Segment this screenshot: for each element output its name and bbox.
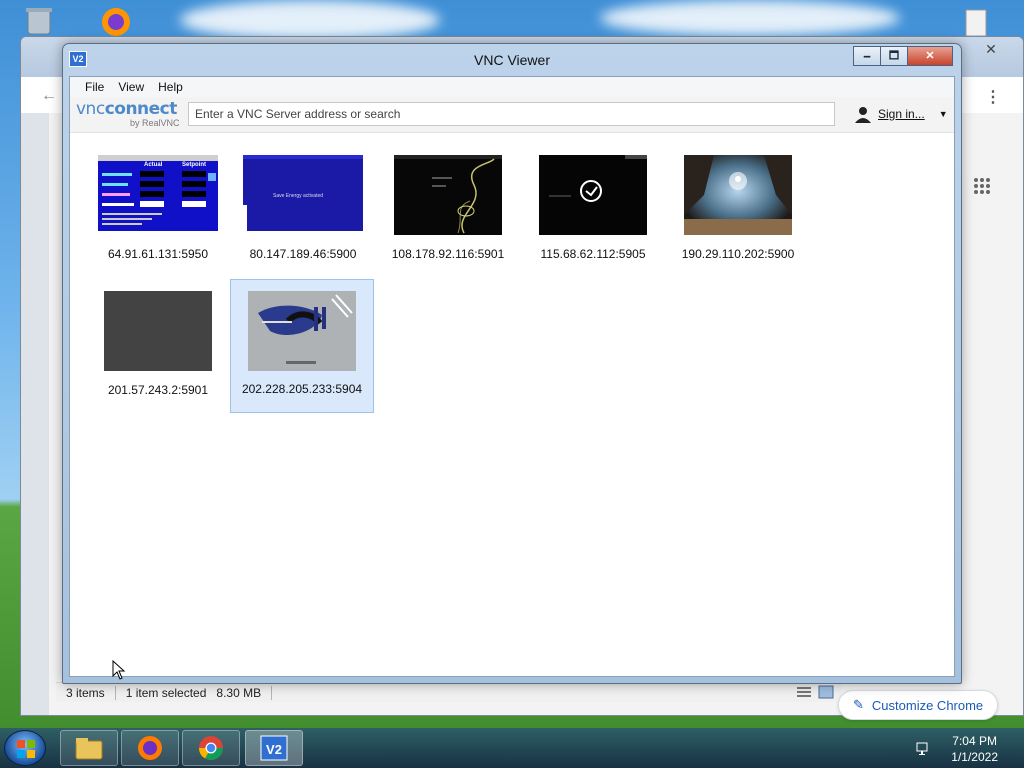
toolbar: vncconnect by RealVNC Enter a VNC Server… [70,97,954,133]
server-address: 201.57.243.2:5901 [107,383,209,397]
server-tile-selected[interactable]: 202.228.205.233:5904 [230,279,374,413]
divider [271,685,273,700]
cloud [600,0,900,36]
server-address: 80.147.189.46:5900 [249,247,357,261]
server-thumbnail [394,155,502,235]
server-tile[interactable]: Save Energy activated 80.147.189.46:5900 [231,145,375,279]
large-icons-view-icon[interactable] [818,685,834,699]
menu-bar: File View Help [70,77,954,97]
server-address: 108.178.92.116:5901 [391,247,505,261]
apps-grid-icon[interactable] [973,177,991,198]
network-icon[interactable] [916,740,932,759]
cloud [180,0,440,40]
recycle-bin-icon[interactable] [22,6,56,36]
thumb-save-energy-text: Save Energy activated [273,193,324,199]
taskbar-firefox[interactable] [121,730,179,766]
taskbar-explorer[interactable] [60,730,118,766]
vnc-connect-logo: vncconnect [76,99,177,119]
server-address: 115.68.62.112:5905 [540,247,646,261]
selected-count: 1 item selected [125,685,207,700]
vnc-viewer-window: V2 VNC Viewer 🗕 🗖 ✕ File View Help vncco… [62,43,962,684]
clock-date: 1/1/2022 [951,750,998,764]
server-search-input[interactable]: Enter a VNC Server address or search [188,102,835,126]
taskbar-chrome[interactable] [182,730,240,766]
chevron-down-icon: ▼ [938,109,948,119]
back-arrow-icon[interactable]: ← [41,87,57,105]
clock-time: 7:04 PM [952,734,997,748]
close-button[interactable]: ✕ [907,46,953,66]
menu-file[interactable]: File [78,80,111,94]
document-desktop-icon[interactable] [958,8,992,38]
server-thumbnail: Actual Setpoint [98,155,218,231]
chrome-close-button[interactable]: ✕ [973,41,1009,59]
search-placeholder: Enter a VNC Server address or search [195,107,401,121]
taskbar: V2 7:04 PM 1/1/2022 [0,728,1024,768]
server-tile[interactable]: 190.29.110.202:5900 [666,145,810,279]
server-address: 190.29.110.202:5900 [681,247,795,261]
logo-subtitle: by RealVNC [130,118,180,128]
server-address: 202.228.205.233:5904 [241,382,363,396]
items-count: 3 items [66,685,105,700]
kebab-menu-icon[interactable]: ⋮ [985,87,1001,107]
server-tile[interactable]: 115.68.62.112:5905 [521,145,665,279]
firefox-icon [138,736,162,760]
chrome-icon [199,736,223,761]
customize-chrome-label: Customize Chrome [871,697,984,713]
server-thumbnail: Save Energy activated [243,155,363,231]
taskbar-vnc-viewer[interactable]: V2 [245,730,303,766]
mouse-cursor-icon [112,659,126,683]
svg-text:V2: V2 [266,742,282,757]
view-toggle [796,685,834,699]
server-grid: Actual Setpoint 64.91.61.131:5950 Save E… [70,135,954,676]
server-thumbnail [248,291,356,371]
folder-icon [75,738,103,760]
server-thumbnail [684,155,792,235]
logo-connect: connect [104,99,178,119]
server-thumbnail [539,155,647,235]
server-address: 64.91.61.131:5950 [107,247,209,261]
title-bar[interactable]: V2 VNC Viewer 🗕 🗖 ✕ [63,44,961,76]
thumb-actual-label: Actual [144,162,163,168]
window-title: VNC Viewer [474,52,550,68]
server-tile[interactable]: 108.178.92.116:5901 [376,145,520,279]
firefox-desktop-icon[interactable] [96,4,136,36]
logo-vnc: vnc [76,99,105,119]
thumb-setpoint-label: Setpoint [182,162,206,168]
vnc-icon: V2 [260,735,288,761]
selected-size: 8.30 MB [216,685,262,700]
user-icon [855,107,871,123]
explorer-status-bar: 3 items 1 item selected 8.30 MB [56,682,842,702]
menu-view[interactable]: View [111,80,151,94]
vnc-client-area: File View Help vncconnect by RealVNC Ent… [69,76,955,677]
customize-chrome-button[interactable]: ✎ Customize Chrome [838,690,998,720]
minimize-button[interactable]: 🗕 [853,46,881,66]
server-tile[interactable]: Actual Setpoint 64.91.61.131:5950 [86,145,230,279]
maximize-button[interactable]: 🗖 [880,46,908,66]
sign-in-label: Sign in... [878,107,925,121]
start-button[interactable] [4,730,46,766]
sign-in-button[interactable]: Sign in... ▼ [854,105,948,123]
details-view-icon[interactable] [796,685,812,699]
window-controls: 🗕 🗖 ✕ [853,46,953,66]
menu-help[interactable]: Help [151,80,190,94]
system-clock[interactable]: 7:04 PM 1/1/2022 [951,733,998,765]
server-tile[interactable]: 201.57.243.2:5901 [86,281,230,415]
server-thumbnail [104,291,212,371]
pencil-icon: ✎ [853,697,864,712]
